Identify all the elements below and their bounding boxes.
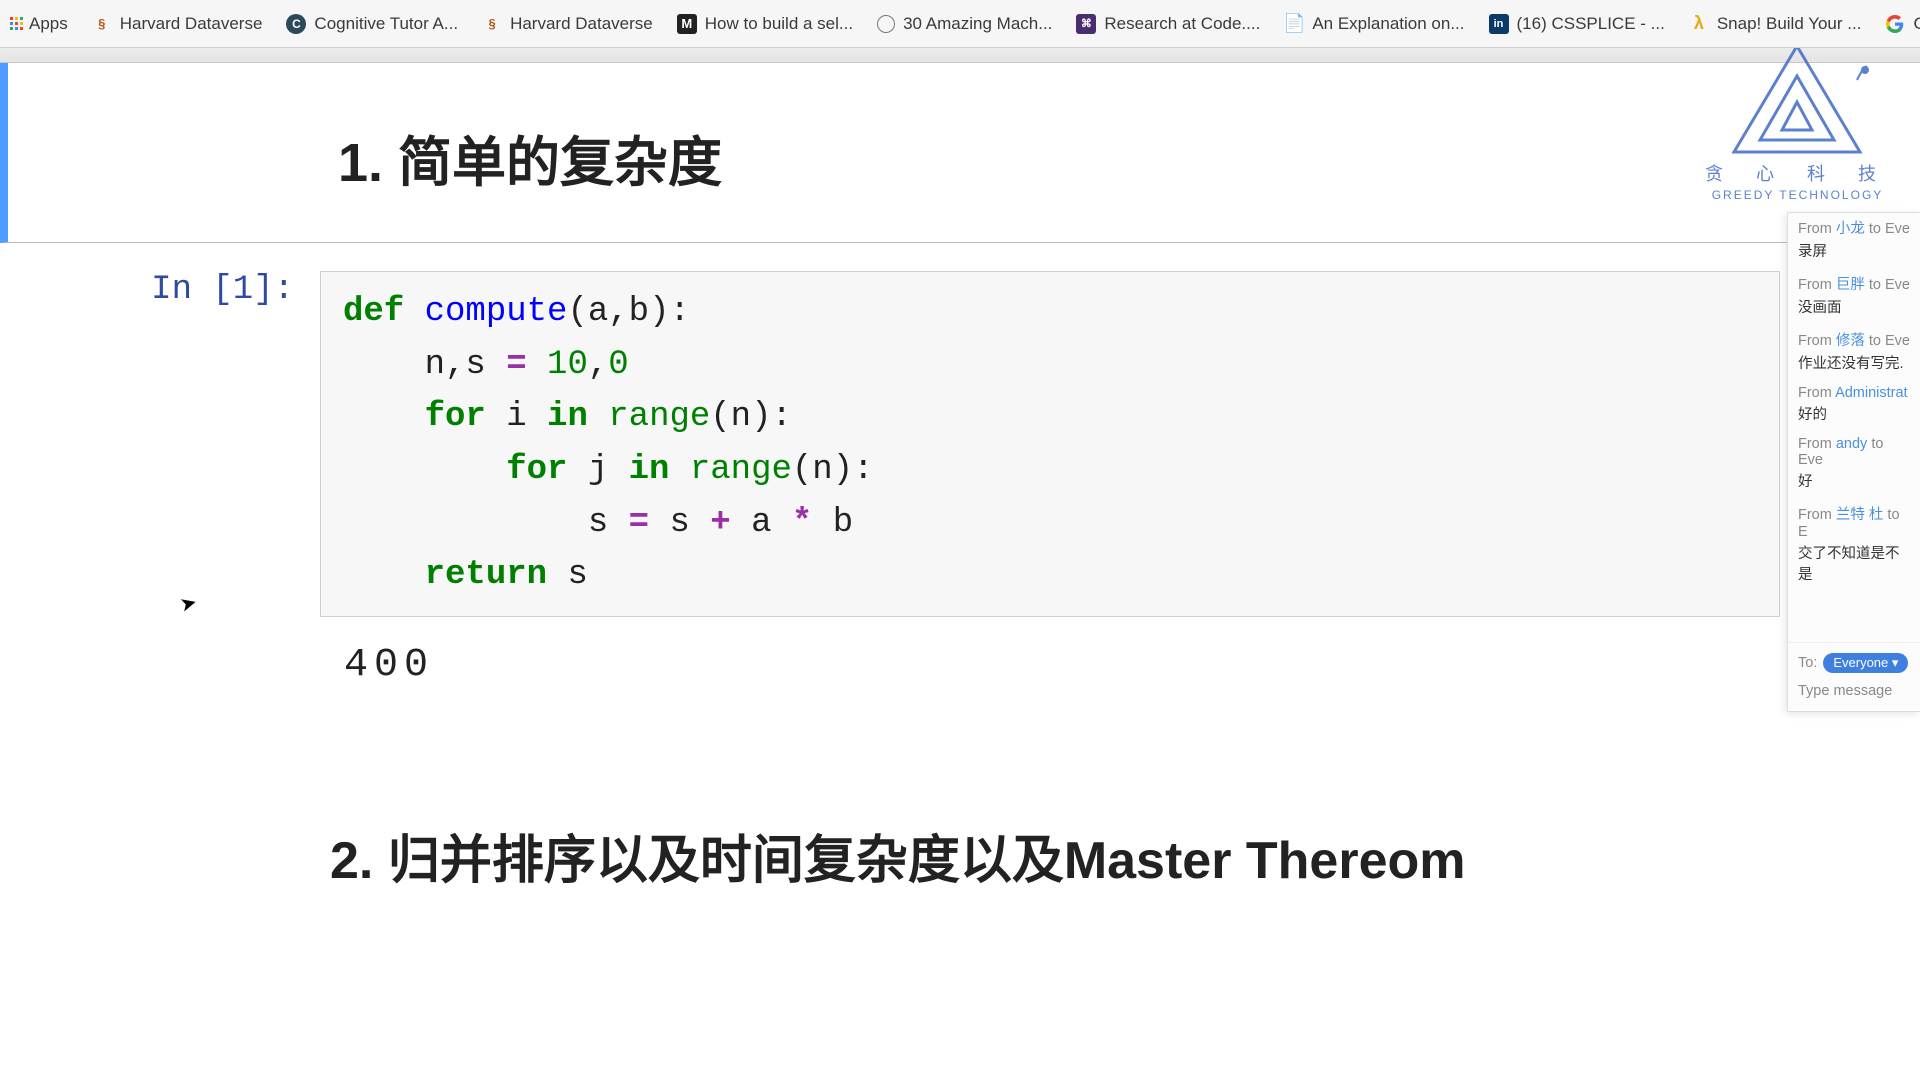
bookmark-label: Harvard Dataverse — [120, 14, 263, 34]
bookmark-label: Google — [1913, 14, 1920, 34]
dataverse-icon: § — [92, 14, 112, 34]
heading-2: 2. 归并排序以及时间复杂度以及Master Thereom — [330, 818, 1920, 893]
google-icon — [1885, 14, 1905, 34]
bookmark-explanation[interactable]: 📄 An Explanation on... — [1284, 14, 1464, 34]
apps-label: Apps — [29, 14, 68, 34]
bookmark-label: (16) CSSPLICE - ... — [1517, 14, 1665, 34]
bookmark-medium[interactable]: M How to build a sel... — [677, 14, 853, 34]
input-prompt: In [1]: — [0, 271, 320, 617]
watermark-en: GREEDY TECHNOLOGY — [1712, 188, 1884, 202]
code-content: def compute(a,b): n,s = 10,0 for i in ra… — [343, 286, 1757, 602]
circle-icon — [877, 15, 895, 33]
bookmark-label: Cognitive Tutor A... — [314, 14, 458, 34]
bookmark-label: How to build a sel... — [705, 14, 853, 34]
notebook: 1. 简单的复杂度 In [1]: def compute(a,b): n,s … — [0, 63, 1920, 893]
apps-button[interactable]: Apps — [10, 14, 68, 34]
bookmark-30-amazing[interactable]: 30 Amazing Mach... — [877, 14, 1052, 34]
toolbar-shadow — [0, 48, 1920, 63]
chat-message: From 巨胖 to Eve 没画面 — [1788, 269, 1920, 325]
chat-to-row: To: Everyone ▾ — [1788, 642, 1920, 677]
code-icon: ⌘ — [1076, 14, 1096, 34]
heading-1: 1. 简单的复杂度 — [338, 118, 1860, 197]
cssplice-icon: in — [1489, 14, 1509, 34]
snap-icon: λ — [1689, 14, 1709, 34]
bookmark-label: 30 Amazing Mach... — [903, 14, 1052, 34]
heading-cell-1[interactable]: 1. 简单的复杂度 — [0, 63, 1920, 243]
bookmark-harvard-dataverse-2[interactable]: § Harvard Dataverse — [482, 14, 653, 34]
bookmark-cognitive-tutor[interactable]: C Cognitive Tutor A... — [286, 14, 458, 34]
watermark-logo: 贪 心 科 技 GREEDY TECHNOLOGY — [1705, 40, 1890, 202]
triangle-logo-icon — [1722, 40, 1872, 160]
medium-icon: M — [677, 14, 697, 34]
doc-icon: 📄 — [1284, 14, 1304, 34]
chat-message: From Administrat 好的 — [1788, 381, 1920, 432]
dataverse-icon: § — [482, 14, 502, 34]
watermark-cn: 贪 心 科 技 — [1705, 160, 1890, 186]
chat-message: From 小龙 to Eve 录屏 — [1788, 213, 1920, 269]
code-cell-1[interactable]: In [1]: def compute(a,b): n,s = 10,0 for… — [0, 243, 1920, 617]
bookmark-label: Snap! Build Your ... — [1717, 14, 1862, 34]
chat-message: From 修落 to Eve 作业还没有写完. — [1788, 325, 1920, 381]
chat-input[interactable]: Type message — [1788, 677, 1920, 701]
chat-panel: From 小龙 to Eve 录屏 From 巨胖 to Eve 没画面 Fro… — [1787, 212, 1920, 712]
bookmark-research-code[interactable]: ⌘ Research at Code.... — [1076, 14, 1260, 34]
chat-recipient-dropdown[interactable]: Everyone ▾ — [1823, 653, 1908, 673]
apps-grid-icon — [10, 17, 23, 30]
chat-to-label: To: — [1798, 655, 1817, 671]
bookmarks-bar: Apps § Harvard Dataverse C Cognitive Tut… — [0, 0, 1920, 48]
bookmark-label: An Explanation on... — [1312, 14, 1464, 34]
bookmark-harvard-dataverse-1[interactable]: § Harvard Dataverse — [92, 14, 263, 34]
bookmark-label: Harvard Dataverse — [510, 14, 653, 34]
cognitive-tutor-icon: C — [286, 14, 306, 34]
bookmark-snap[interactable]: λ Snap! Build Your ... — [1689, 14, 1862, 34]
bookmark-google[interactable]: Google — [1885, 14, 1920, 34]
bookmark-label: Research at Code.... — [1104, 14, 1260, 34]
bookmark-cssplice[interactable]: in (16) CSSPLICE - ... — [1489, 14, 1665, 34]
cell-output: 400 — [344, 643, 1920, 688]
chat-message: From andy to Eve 好 — [1788, 432, 1920, 499]
chat-message: From 兰特 杜 to E 交了不知道是不是 — [1788, 499, 1920, 592]
code-input-area[interactable]: def compute(a,b): n,s = 10,0 for i in ra… — [320, 271, 1780, 617]
